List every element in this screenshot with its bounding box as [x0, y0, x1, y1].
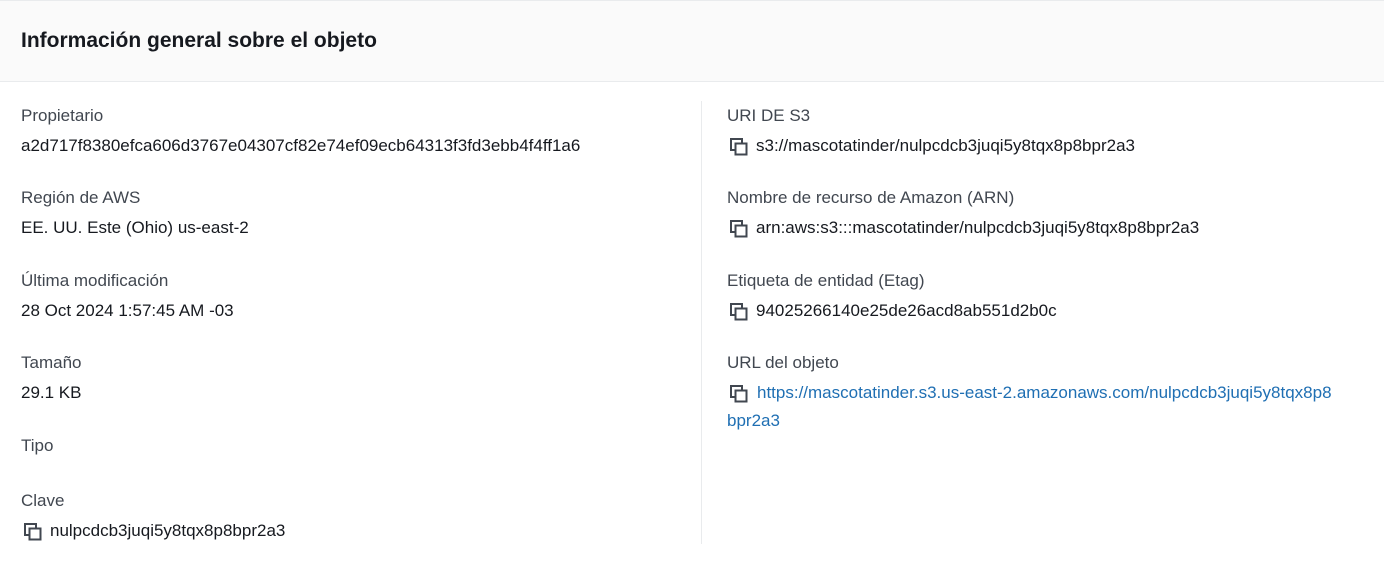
key-label: Clave [21, 491, 65, 510]
size-value: 29.1 KB [21, 383, 82, 402]
object-url-line1: https://mascotatinder.s3.us-east-2.amazo… [757, 383, 1332, 402]
owner-label: Propietario [21, 106, 104, 125]
key-value: nulpcdcb3juqi5y8tqx8p8bpr2a3 [50, 521, 286, 540]
etag-value: 94025266140e25de26acd8ab551d2b0c [756, 301, 1057, 320]
etag-label: Etiqueta de entidad (Etag) [727, 271, 925, 290]
size-label: Tamaño [21, 353, 82, 372]
object-url-field: URL del objeto https://mascotatinder.s3.… [727, 352, 1377, 430]
arn-value: arn:aws:s3:::mascotatinder/nulpcdcb3juqi… [756, 218, 1200, 237]
region-label: Región de AWS [21, 188, 141, 207]
object-url-line2: bpr2a3 [727, 411, 780, 430]
arn-value-row: arn:aws:s3:::mascotatinder/nulpcdcb3juqi… [727, 217, 1199, 239]
last-modified-field: Última modificación 28 Oct 2024 1:57:45 … [21, 270, 681, 320]
arn-label: Nombre de recurso de Amazon (ARN) [727, 188, 1015, 207]
size-field: Tamaño 29.1 KB [21, 352, 681, 402]
object-url-value-row: https://mascotatinder.s3.us-east-2.amazo… [727, 382, 1377, 438]
column-divider [701, 101, 702, 544]
s3-uri-label: URI DE S3 [727, 106, 811, 125]
arn-field: Nombre de recurso de Amazon (ARN) arn:aw… [727, 187, 1377, 238]
type-field: Tipo [21, 435, 681, 457]
s3-uri-value-row: s3://mascotatinder/nulpcdcb3juqi5y8tqx8p… [727, 135, 1135, 157]
owner-field: Propietario a2d717f8380efca606d3767e0430… [21, 105, 681, 155]
copy-icon[interactable] [727, 135, 748, 157]
object-url-label: URL del objeto [727, 353, 839, 372]
copy-icon[interactable] [727, 300, 748, 322]
panel-title: Información general sobre el objeto [21, 28, 377, 52]
s3-uri-value: s3://mascotatinder/nulpcdcb3juqi5y8tqx8p… [756, 136, 1135, 155]
last-modified-label: Última modificación [21, 271, 169, 290]
s3-uri-field: URI DE S3 s3://mascotatinder/nulpcdcb3ju… [727, 105, 1377, 156]
key-field: Clave nulpcdcb3juqi5y8tqx8p8bpr2a3 [21, 490, 681, 541]
object-overview-panel: Información general sobre el objeto Prop… [0, 0, 1384, 567]
etag-field: Etiqueta de entidad (Etag) 94025266140e2… [727, 270, 1377, 321]
copy-icon[interactable] [727, 217, 748, 239]
last-modified-value: 28 Oct 2024 1:57:45 AM -03 [21, 301, 234, 320]
copy-icon[interactable] [21, 520, 42, 542]
region-value: EE. UU. Este (Ohio) us-east-2 [21, 218, 249, 237]
etag-value-row: 94025266140e25de26acd8ab551d2b0c [727, 300, 1057, 322]
owner-value: a2d717f8380efca606d3767e04307cf82e74ef09… [21, 136, 581, 155]
type-label: Tipo [21, 436, 54, 455]
panel-header: Información general sobre el objeto [0, 0, 1384, 82]
region-field: Región de AWS EE. UU. Este (Ohio) us-eas… [21, 187, 681, 237]
key-value-row: nulpcdcb3juqi5y8tqx8p8bpr2a3 [21, 520, 285, 542]
object-url-link[interactable]: https://mascotatinder.s3.us-east-2.amazo… [727, 379, 1377, 435]
